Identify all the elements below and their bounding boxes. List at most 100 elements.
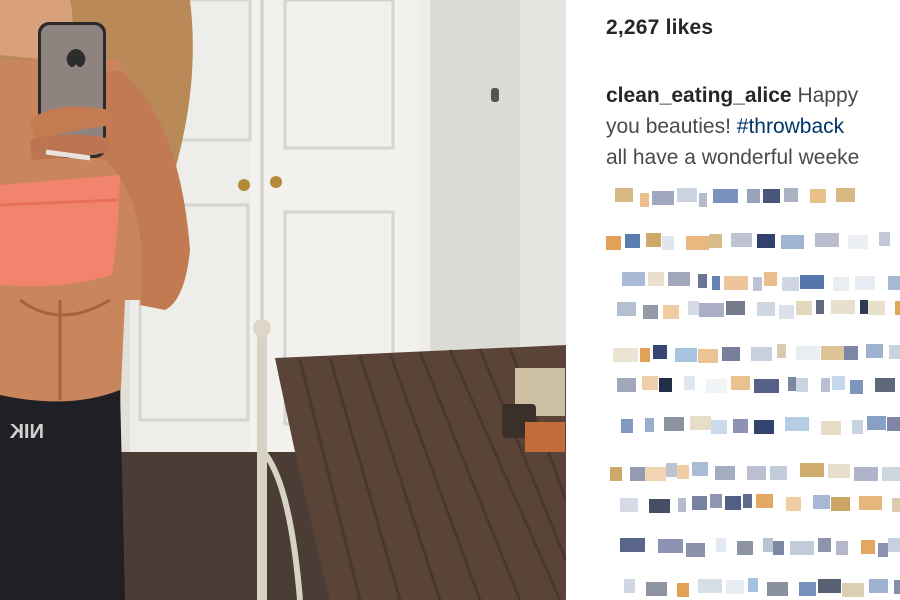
pixel-block — [833, 277, 849, 291]
pixel-block — [610, 467, 622, 481]
pixel-block — [724, 276, 748, 290]
pixel-block — [620, 538, 645, 552]
post-photo[interactable]: NIK — [0, 0, 566, 600]
pixelated-comment — [566, 494, 900, 514]
pixel-block — [800, 275, 824, 289]
pixel-block — [836, 541, 848, 555]
pixel-block — [688, 301, 699, 315]
pixel-block — [620, 498, 638, 512]
pixel-block — [643, 305, 658, 319]
pixel-block — [747, 189, 760, 203]
pixel-block — [867, 416, 886, 430]
pixel-block — [690, 416, 711, 430]
pixel-block — [888, 538, 900, 552]
pixel-block — [879, 232, 890, 246]
pixel-block — [799, 582, 816, 596]
pixel-block — [756, 494, 773, 508]
pixelated-comment — [566, 578, 900, 598]
pixel-block — [668, 272, 690, 286]
pixel-block — [800, 463, 824, 477]
pixel-block — [796, 378, 808, 392]
pixel-block — [677, 583, 689, 597]
pixel-block — [855, 276, 875, 290]
pixel-block — [675, 348, 697, 362]
pixel-block — [818, 579, 841, 593]
pixel-block — [894, 580, 900, 594]
pixel-block — [713, 189, 738, 203]
pixelated-comment — [566, 416, 900, 436]
pixel-block — [677, 465, 689, 479]
pixel-block — [781, 235, 804, 249]
pixel-block — [818, 538, 831, 552]
pixel-block — [828, 464, 850, 478]
pixelated-comment — [566, 538, 900, 558]
pixel-block — [646, 233, 661, 247]
pixel-block — [882, 467, 900, 481]
pixel-block — [889, 345, 900, 359]
pixel-block — [764, 272, 777, 286]
pixel-block — [757, 302, 775, 316]
pixel-block — [622, 272, 645, 286]
pixel-block — [686, 236, 709, 250]
pixel-block — [698, 349, 718, 363]
pixel-block — [692, 496, 707, 510]
pixel-block — [630, 467, 645, 481]
pixel-block — [722, 347, 740, 361]
pixel-block — [733, 419, 748, 433]
pixel-block — [640, 348, 650, 362]
pixel-block — [684, 376, 695, 390]
pixel-block — [861, 540, 875, 554]
pixel-block — [866, 344, 883, 358]
pixelated-comment — [566, 188, 900, 208]
pixel-block — [748, 578, 758, 592]
pixel-block — [875, 378, 895, 392]
pixel-block — [712, 276, 720, 290]
comments-list-pixelated — [566, 0, 900, 600]
pixel-block — [624, 579, 635, 593]
pixel-block — [831, 497, 850, 511]
pixel-block — [617, 378, 636, 392]
pixel-block — [779, 305, 794, 319]
pixelated-comment — [566, 300, 900, 320]
pixel-block — [666, 463, 677, 477]
pixel-block — [726, 580, 744, 594]
pixel-block — [731, 233, 752, 247]
pixel-block — [663, 305, 679, 319]
pixel-block — [868, 301, 885, 315]
pixel-block — [649, 499, 670, 513]
pixel-block — [699, 193, 707, 207]
pixel-block — [832, 376, 845, 390]
pixel-block — [699, 303, 724, 317]
pixel-block — [821, 378, 830, 392]
svg-text:NIK: NIK — [9, 421, 44, 443]
pixel-block — [895, 301, 900, 315]
pixel-block — [677, 188, 697, 202]
pixel-block — [715, 466, 735, 480]
pixel-block — [737, 541, 753, 555]
pixel-block — [763, 538, 773, 552]
pixel-block — [754, 379, 779, 393]
pixel-block — [709, 234, 722, 248]
pixel-block — [763, 189, 780, 203]
pixel-block — [711, 420, 727, 434]
pixel-block — [653, 345, 667, 359]
pixel-block — [821, 346, 844, 360]
pixel-block — [869, 579, 888, 593]
pixel-block — [782, 277, 799, 291]
pixel-block — [844, 346, 858, 360]
pixel-block — [796, 301, 812, 315]
pixel-block — [698, 579, 722, 593]
pixel-block — [678, 498, 686, 512]
pixel-block — [888, 276, 900, 290]
pixelated-comment — [566, 376, 900, 396]
pixel-block — [878, 543, 888, 557]
pixel-block — [887, 417, 900, 431]
pixel-block — [842, 583, 864, 597]
post-sidebar: 2,267 likes clean_eating_alice Happy you… — [566, 0, 900, 600]
pixel-block — [777, 344, 786, 358]
pixel-block — [852, 420, 863, 434]
pixelated-comment — [566, 232, 900, 252]
pixel-block — [659, 378, 672, 392]
pixel-block — [621, 419, 633, 433]
pixel-block — [710, 494, 722, 508]
